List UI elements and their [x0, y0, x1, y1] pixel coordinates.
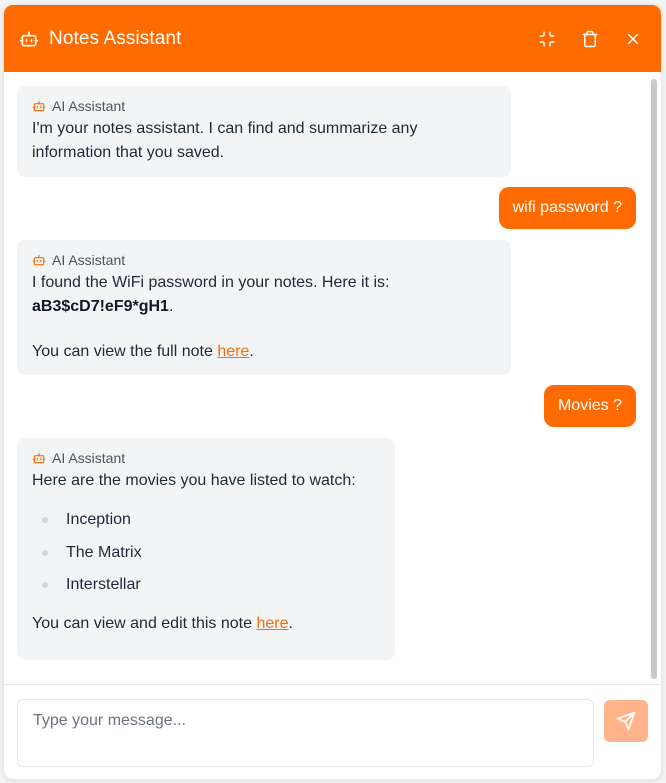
message-text-part: . [249, 343, 254, 360]
bot-icon [19, 29, 39, 49]
chat-header: Notes Assistant [4, 5, 661, 72]
assistant-label-text: AI Assistant [52, 252, 126, 268]
movie-title: Interstellar [66, 576, 141, 594]
send-button[interactable] [604, 700, 648, 742]
assistant-label: AI Assistant [32, 252, 496, 268]
scrollbar-thumb[interactable] [651, 79, 657, 679]
bullet-icon [42, 582, 48, 589]
assistant-message: AI Assistant I found the WiFi password i… [17, 240, 511, 375]
trash-icon[interactable] [580, 29, 600, 49]
send-icon [616, 711, 636, 731]
user-message: wifi password ? [498, 187, 636, 229]
movie-title: The Matrix [66, 543, 142, 561]
header-actions [537, 29, 643, 49]
note-link[interactable]: here [256, 615, 288, 632]
assistant-label: AI Assistant [32, 450, 380, 466]
bullet-icon [42, 517, 48, 524]
bot-icon [32, 253, 46, 267]
user-message-row: Movies ? [17, 385, 636, 427]
composer: Type your message... [4, 684, 661, 779]
assistant-message: AI Assistant I'm your notes assistant. I… [17, 86, 511, 177]
movie-list: Inception The Matrix Interstellar [32, 504, 380, 602]
bot-icon [32, 451, 46, 465]
chat-window: Notes Assistant AI Assistant I'm your no… [3, 4, 662, 780]
message-input[interactable]: Type your message... [17, 699, 594, 767]
minimize-icon[interactable] [537, 29, 557, 49]
bot-icon [32, 99, 46, 113]
bullet-icon [42, 549, 48, 556]
list-item: The Matrix [32, 537, 380, 570]
message-link-line: You can view and edit this note here. [32, 612, 380, 636]
message-text-part: You can view and edit this note [32, 614, 257, 632]
assistant-label: AI Assistant [32, 98, 496, 114]
note-link[interactable]: here [217, 343, 249, 360]
close-icon[interactable] [623, 29, 643, 49]
message-text-part: You can view the full note [32, 343, 218, 360]
chat-title: Notes Assistant [49, 27, 182, 49]
message-text-part: . [288, 614, 293, 632]
wifi-password: aB3$cD7!eF9*gH1 [32, 298, 169, 315]
message-text-part: . [168, 298, 174, 315]
message-link-line: You can view the full note here. [32, 340, 496, 364]
movie-title: Inception [66, 511, 131, 529]
message-text: I found the WiFi password in your notes.… [32, 271, 496, 319]
user-message: Movies ? [543, 385, 636, 427]
message-text: I'm your notes assistant. I can find and… [32, 120, 418, 161]
user-message-row: wifi password ? [17, 187, 636, 229]
list-item: Inception [32, 504, 380, 537]
list-item: Interstellar [32, 569, 380, 602]
message-list[interactable]: AI Assistant I'm your notes assistant. I… [4, 72, 661, 684]
assistant-message: AI Assistant Here are the movies you hav… [17, 438, 395, 660]
assistant-label-text: AI Assistant [52, 98, 126, 114]
assistant-label-text: AI Assistant [52, 450, 126, 466]
message-text: Here are the movies you have listed to w… [32, 472, 356, 489]
message-text-part: I found the WiFi password in your notes.… [32, 274, 390, 291]
